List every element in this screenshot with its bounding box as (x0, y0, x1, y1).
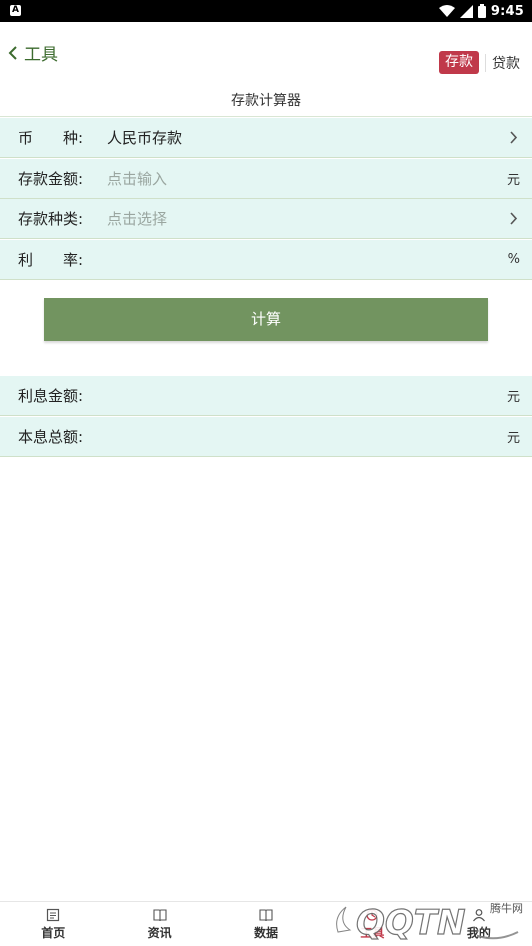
status-indicators: 9:45 (438, 0, 524, 22)
deposit-tab[interactable]: 存款 (439, 51, 479, 74)
total-row: 本息总额: 元 (0, 417, 532, 457)
app-header: 工具 存款 贷款 存款计算器 (0, 22, 532, 117)
back-button[interactable]: 工具 (8, 40, 58, 65)
nav-item-data[interactable]: 数据 (213, 902, 319, 946)
back-title: 工具 (24, 45, 58, 65)
type-row[interactable]: 存款种类: 点击选择 (0, 199, 532, 239)
loan-tab[interactable]: 贷款 (492, 53, 520, 73)
currency-label: 币 种: (18, 129, 84, 147)
notification-icon: A (10, 5, 21, 16)
signal-icon (459, 4, 473, 18)
chevron-right-icon (510, 131, 518, 144)
book-icon (153, 908, 167, 921)
watermark-text: 腾牛网 (490, 901, 523, 915)
amount-label: 存款金额: (18, 170, 84, 188)
rate-label: 利 率: (18, 251, 84, 269)
qqtn-watermark: QQTN 腾牛网 (336, 901, 523, 944)
chevron-right-icon (510, 212, 518, 225)
type-select[interactable]: 点击选择 (107, 208, 167, 229)
nav-item-news[interactable]: 资讯 (106, 902, 212, 946)
amount-input[interactable]: 点击输入 (107, 168, 167, 189)
rate-unit: % (507, 252, 520, 267)
book-icon (259, 908, 273, 921)
interest-label: 利息金额: (18, 387, 84, 405)
nav-label-data: 数据 (254, 925, 279, 940)
news-icon (47, 908, 60, 921)
nav-label-news: 资讯 (147, 925, 172, 940)
interest-unit: 元 (506, 390, 520, 405)
wifi-icon (438, 4, 455, 17)
currency-row[interactable]: 币 种: 人民币存款 (0, 118, 532, 158)
calculate-button[interactable]: 计算 (44, 298, 488, 341)
total-label: 本息总额: (18, 428, 84, 446)
status-time: 9:45 (490, 3, 524, 19)
type-label: 存款种类: (18, 210, 84, 228)
battery-icon (477, 4, 486, 18)
currency-value: 人民币存款 (107, 129, 183, 147)
nav-label-home: 首页 (41, 925, 66, 940)
status-bar: A 9:45 (0, 0, 532, 22)
mode-toggle: 存款 贷款 (439, 51, 520, 74)
svg-text:QQTN: QQTN (356, 903, 465, 943)
interest-row: 利息金额: 元 (0, 376, 532, 416)
nav-item-home[interactable]: 首页 (0, 902, 106, 946)
amount-unit: 元 (506, 173, 520, 188)
amount-row[interactable]: 存款金额: 点击输入 元 (0, 159, 532, 199)
total-unit: 元 (506, 431, 520, 446)
rate-row[interactable]: 利 率: % (0, 240, 532, 280)
chevron-left-icon (8, 45, 17, 60)
page-title: 存款计算器 (231, 93, 301, 109)
mode-divider (485, 53, 486, 72)
